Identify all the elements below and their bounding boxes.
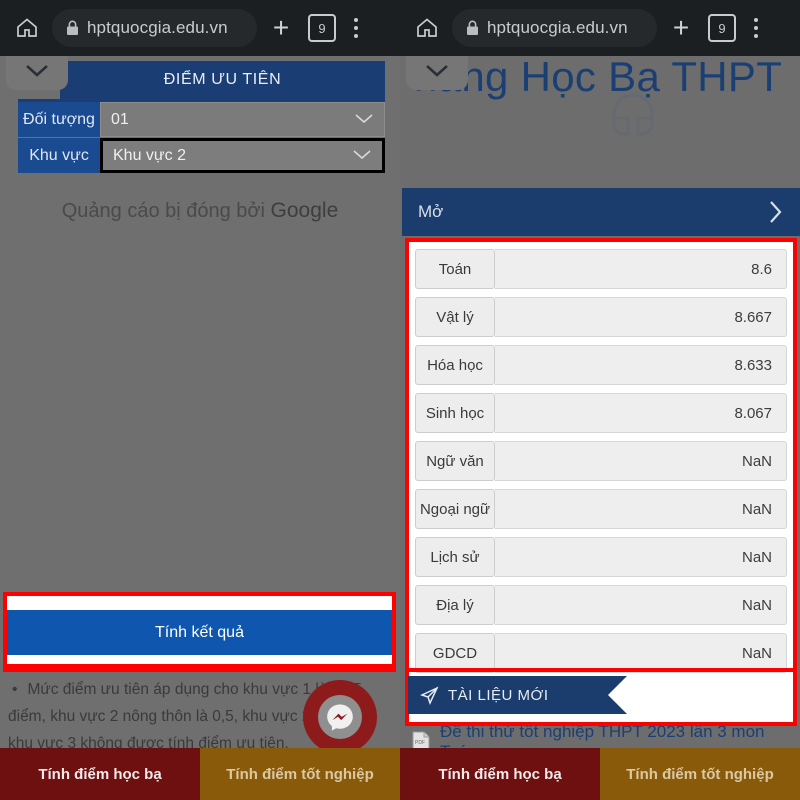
page-title: hang Học Bạ THPT [414, 56, 783, 100]
subject-name: Lịch sử [415, 537, 495, 577]
browser-toolbar-left: hptquocgia.edu.vn + 9 [0, 0, 400, 56]
kebab-menu-icon[interactable] [345, 13, 367, 43]
google-brand-text: Google [270, 199, 339, 222]
home-icon[interactable] [410, 11, 444, 45]
ad-closed-note: Quảng cáo bị đóng bởi Google [0, 199, 400, 223]
select-doi-tuong-value: 01 [111, 110, 129, 128]
subject-name: Ngữ văn [415, 441, 495, 481]
new-documents-banner: TÀI LIỆU MỚI [408, 676, 627, 714]
address-bar[interactable]: hptquocgia.edu.vn [52, 9, 257, 47]
subject-score[interactable]: 8.633 [495, 345, 787, 385]
tab-tinh-diem-hoc-ba[interactable]: Tính điểm học bạ [0, 748, 200, 800]
section-title-diem-uu-tien: ĐIỂM ƯU TIÊN [60, 61, 385, 99]
open-bar-label: Mở [418, 202, 444, 221]
browser-toolbar-row: hptquocgia.edu.vn + 9 hptquocgia.edu.vn [0, 0, 800, 56]
subject-scores-highlight: Toán 8.6 Vật lý 8.667 Hóa học 8.633 Sinh… [405, 238, 797, 726]
highlight-edge-left [3, 668, 396, 672]
url-text: hptquocgia.edu.vn [87, 18, 228, 37]
select-doi-tuong[interactable]: 01 [100, 102, 385, 137]
open-bar[interactable]: Mở [402, 188, 800, 236]
paper-plane-icon [420, 685, 439, 705]
calculate-result-button[interactable]: Tính kết quả [7, 610, 392, 655]
lock-icon [466, 20, 479, 36]
subject-score[interactable]: 8.667 [495, 297, 787, 337]
highlight-edge-right [405, 668, 797, 672]
tab-counter[interactable]: 9 [308, 14, 336, 42]
new-documents-label: TÀI LIỆU MỚI [448, 686, 549, 704]
collapse-toggle[interactable] [6, 56, 68, 90]
table-row: Hóa học 8.633 [415, 345, 787, 385]
messenger-button[interactable] [303, 680, 377, 748]
field-label-khu-vuc: Khu vực [18, 138, 100, 173]
subject-score[interactable]: NaN [495, 537, 787, 577]
plus-icon[interactable]: + [663, 10, 699, 46]
subject-score[interactable]: NaN [495, 633, 787, 673]
table-row: Ngữ văn NaN [415, 441, 787, 481]
subject-name: Toán [415, 249, 495, 289]
subject-name: Vật lý [415, 297, 495, 337]
messenger-icon [318, 695, 362, 739]
right-pane: hang Học Bạ THPT Mở Toán 8.6 Vật lý 8.66… [400, 56, 800, 748]
subject-score[interactable]: NaN [495, 489, 787, 529]
chevron-down-icon [354, 111, 374, 129]
bullet-point: • [12, 681, 18, 698]
lock-icon [66, 20, 79, 36]
ad-closed-text: Quảng cáo bị đóng bởi [61, 200, 271, 222]
select-khu-vuc[interactable]: Khu vực 2 [100, 138, 385, 173]
tab-counter[interactable]: 9 [708, 14, 736, 42]
field-row-doi-tuong: Đối tượng 01 [18, 102, 385, 137]
collapse-toggle[interactable] [406, 56, 468, 90]
chevron-down-icon [424, 63, 450, 83]
plus-icon[interactable]: + [263, 10, 299, 46]
subject-name: Hóa học [415, 345, 495, 385]
subject-score[interactable]: 8.6 [495, 249, 787, 289]
table-row: Lịch sử NaN [415, 537, 787, 577]
subject-score[interactable]: 8.067 [495, 393, 787, 433]
table-row: Sinh học 8.067 [415, 393, 787, 433]
pdf-file-icon: PDF [412, 731, 430, 748]
subject-rows: Toán 8.6 Vật lý 8.667 Hóa học 8.633 Sinh… [409, 249, 793, 673]
home-icon[interactable] [10, 11, 44, 45]
subject-score[interactable]: NaN [495, 585, 787, 625]
field-row-khu-vuc: Khu vực Khu vực 2 [18, 138, 385, 173]
chevron-down-icon [352, 147, 372, 165]
left-pane: ĐIỂM ƯU TIÊN Đối tượng 01 Khu vực Khu vự… [0, 56, 400, 748]
panes-row: ĐIỂM ƯU TIÊN Đối tượng 01 Khu vực Khu vự… [0, 56, 800, 748]
browser-toolbar-right: hptquocgia.edu.vn + 9 [400, 0, 800, 56]
subject-name: GDCD [415, 633, 495, 673]
tab-tinh-diem-tot-nghiep[interactable]: Tính điểm tốt nghiệp [200, 748, 400, 800]
select-khu-vuc-value: Khu vực 2 [113, 146, 186, 164]
calc-button-highlight: Tính kết quả [3, 592, 396, 668]
address-bar[interactable]: hptquocgia.edu.vn [452, 9, 657, 47]
table-row: Vật lý 8.667 [415, 297, 787, 337]
table-row: Toán 8.6 [415, 249, 787, 289]
subject-name: Ngoại ngữ [415, 489, 495, 529]
field-label-doi-tuong: Đối tượng [18, 102, 100, 137]
table-row: Địa lý NaN [415, 585, 787, 625]
tab-tinh-diem-tot-nghiep[interactable]: Tính điểm tốt nghiệp [600, 748, 800, 800]
kebab-menu-icon[interactable] [745, 13, 767, 43]
svg-text:PDF: PDF [415, 740, 425, 746]
bottom-tab-bar: Tính điểm học bạ Tính điểm tốt nghiệp Tí… [0, 748, 800, 800]
subject-name: Địa lý [415, 585, 495, 625]
screenshot-root: hptquocgia.edu.vn + 9 hptquocgia.edu.vn [0, 0, 800, 800]
table-row: GDCD NaN [415, 633, 787, 673]
url-text: hptquocgia.edu.vn [487, 18, 628, 37]
subject-score[interactable]: NaN [495, 441, 787, 481]
chevron-right-icon [768, 199, 784, 225]
subject-name: Sinh học [415, 393, 495, 433]
tab-tinh-diem-hoc-ba[interactable]: Tính điểm học bạ [400, 748, 600, 800]
chevron-down-icon [24, 63, 50, 83]
table-row: Ngoại ngữ NaN [415, 489, 787, 529]
